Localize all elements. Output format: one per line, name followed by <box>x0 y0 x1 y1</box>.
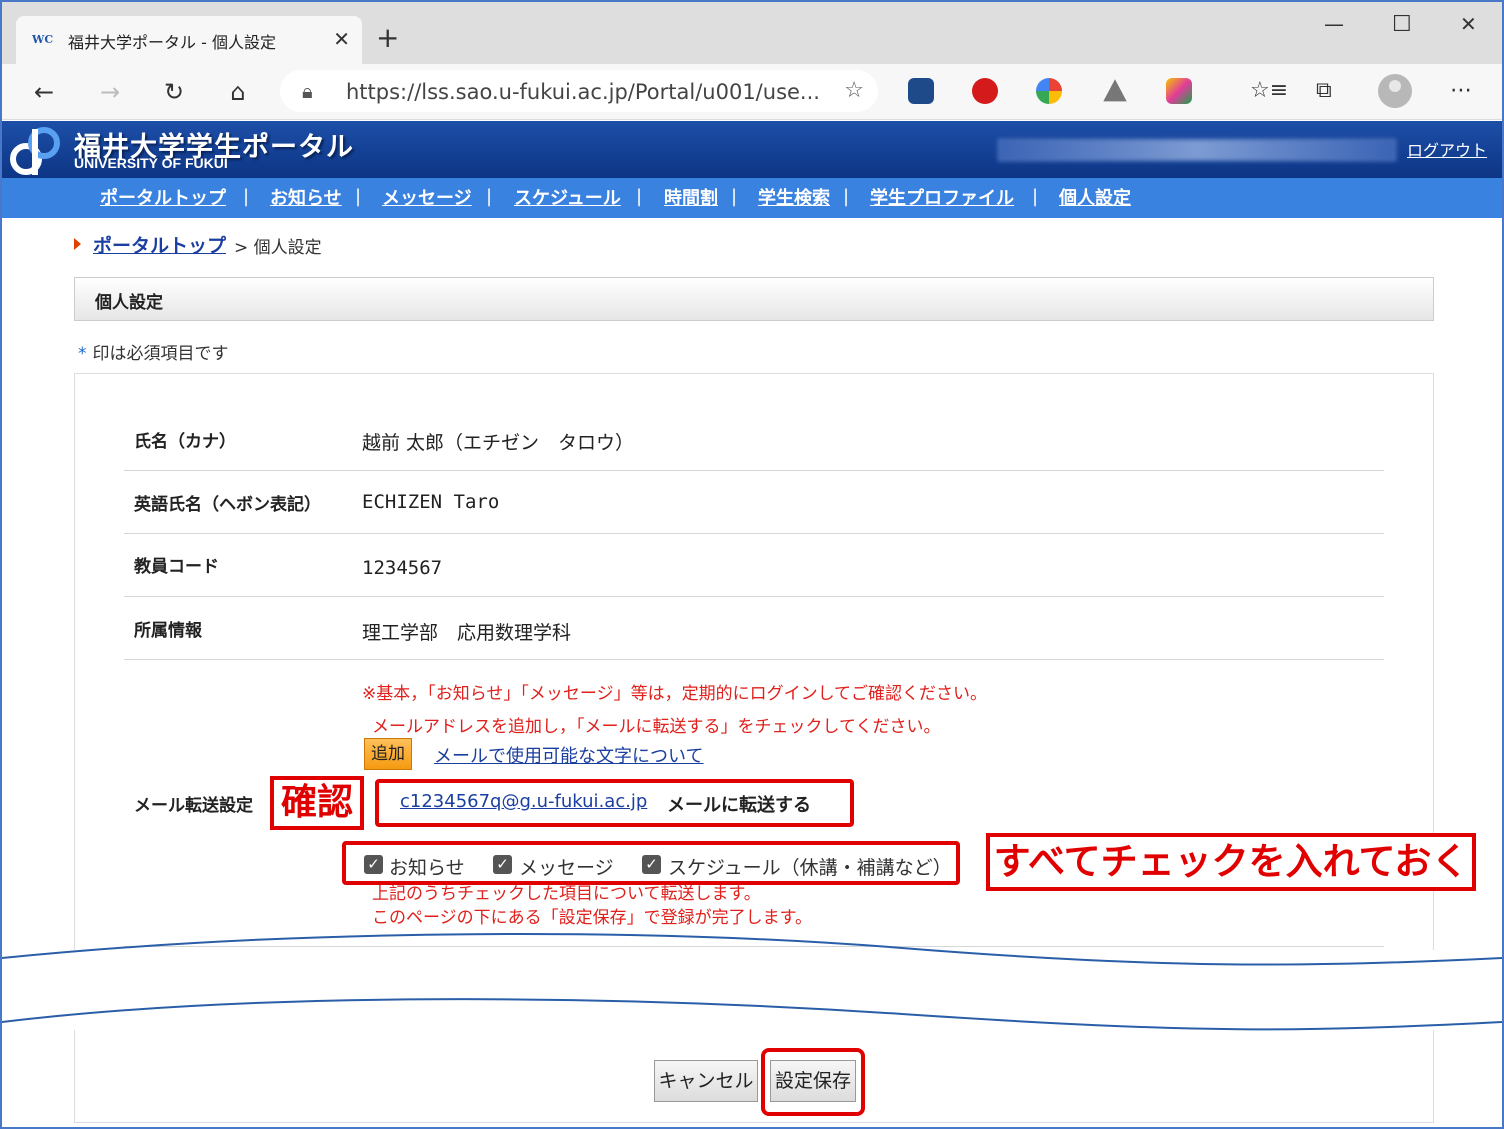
window-close-icon[interactable]: ✕ <box>1460 12 1477 36</box>
favorites-list-icon[interactable]: ☆≡ <box>1250 78 1288 103</box>
browser-window: WC 福井大学ポータル - 個人設定 ✕ + — ☐ ✕ ← → ↻ ⌂ 🔒︎ … <box>0 0 1504 1129</box>
minimize-icon[interactable]: — <box>1324 12 1344 36</box>
collections-icon[interactable]: ⧉ <box>1316 78 1332 103</box>
menu-separator: | <box>355 186 362 207</box>
menu-student-profile[interactable]: 学生プロファイル <box>870 184 1014 210</box>
affiliation-value: 理工学部 応用数理学科 <box>362 622 572 644</box>
checkbox-highlight-box <box>342 841 960 885</box>
security-extension-icon[interactable] <box>908 78 934 104</box>
required-note-text: 印は必須項目です <box>92 344 229 364</box>
navigation-bar: ← → ↻ ⌂ 🔒︎ https://lss.sao.u-fukui.ac.jp… <box>2 64 1502 120</box>
more-options-icon[interactable]: ⋯ <box>1450 78 1472 103</box>
row-divider <box>124 533 1384 534</box>
maximize-icon[interactable]: ☐ <box>1392 12 1412 37</box>
staff-code-label: 教員コード <box>134 557 219 577</box>
portal-subtitle: UNIVERSITY OF FUKUI <box>74 155 228 171</box>
back-icon[interactable]: ← <box>28 76 60 108</box>
name-kana-value: 越前 太郎（エチゼン タロウ） <box>362 432 635 454</box>
breadcrumb-arrow-icon <box>74 238 81 250</box>
site-favicon-icon: WC <box>32 33 54 46</box>
lock-icon: 🔒︎ <box>302 79 313 103</box>
check-all-callout: すべてチェックを入れておく <box>986 833 1476 891</box>
staff-code-value: 1234567 <box>362 557 443 579</box>
breadcrumb-separator: > <box>234 238 249 258</box>
mail-forward-label: メール転送設定 <box>134 796 253 816</box>
browser-tab[interactable]: WC 福井大学ポータル - 個人設定 ✕ <box>16 16 362 64</box>
main-menu: ポータルトップ | お知らせ | メッセージ | スケジュール | 時間割 | … <box>2 178 1502 218</box>
menu-separator: | <box>243 186 250 207</box>
required-note: * 印は必須項目です <box>78 339 229 364</box>
drive-extension-icon[interactable] <box>1103 79 1127 102</box>
page-cut-wave <box>2 933 1502 1031</box>
menu-timetable[interactable]: 時間割 <box>664 184 718 210</box>
url-text[interactable]: https://lss.sao.u-fukui.ac.jp/Portal/u00… <box>346 80 820 104</box>
menu-separator: | <box>1032 186 1039 207</box>
menu-student-search[interactable]: 学生検索 <box>758 184 830 210</box>
home-icon[interactable]: ⌂ <box>222 76 254 108</box>
tab-bar: WC 福井大学ポータル - 個人設定 ✕ + — ☐ ✕ <box>2 2 1502 64</box>
mail-notice-2: メールアドレスを追加し，「メールに転送する」をチェックしてください。 <box>372 717 941 737</box>
refresh-icon[interactable]: ↻ <box>158 76 190 108</box>
name-kana-label: 氏名（カナ） <box>134 432 236 452</box>
name-en-value: ECHIZEN Taro <box>362 491 500 513</box>
menu-separator: | <box>731 186 738 207</box>
affiliation-label: 所属情報 <box>134 621 202 641</box>
breadcrumb-current-label: 個人設定 <box>253 238 322 258</box>
save-highlight-box <box>761 1048 865 1116</box>
favorite-star-icon[interactable]: ☆ <box>844 78 864 103</box>
required-mark: * <box>78 344 87 364</box>
usable-characters-link[interactable]: メールで使用可能な文字について <box>434 742 703 768</box>
university-logo-icon <box>10 127 60 175</box>
profile-avatar[interactable] <box>1378 74 1412 108</box>
photo-extension-icon[interactable] <box>1166 78 1192 104</box>
mail-notice-1: ※基本，「お知らせ」「メッセージ」等は，定期的にログインしてご確認ください。 <box>362 684 988 704</box>
menu-separator: | <box>486 186 493 207</box>
row-divider <box>124 470 1384 471</box>
section-title: 個人設定 <box>95 293 163 313</box>
menu-messages[interactable]: メッセージ <box>382 184 472 210</box>
cancel-button[interactable]: キャンセル <box>654 1060 758 1102</box>
red-extension-icon[interactable] <box>972 78 998 104</box>
add-email-button[interactable]: 追加 <box>364 738 412 770</box>
menu-separator: | <box>636 186 643 207</box>
email-highlight-box <box>375 779 854 827</box>
user-info-redacted <box>998 139 1396 161</box>
section-header: 個人設定 <box>74 277 1434 321</box>
menu-personal-settings[interactable]: 個人設定 <box>1059 184 1131 210</box>
address-bar[interactable]: 🔒︎ https://lss.sao.u-fukui.ac.jp/Portal/… <box>280 70 878 112</box>
forward-icon[interactable]: → <box>94 76 126 108</box>
menu-schedule[interactable]: スケジュール <box>514 184 621 210</box>
menu-notices[interactable]: お知らせ <box>270 184 342 210</box>
row-divider <box>124 596 1384 597</box>
menu-separator: | <box>843 186 850 207</box>
color-extension-icon[interactable] <box>1036 78 1062 104</box>
new-tab-icon[interactable]: + <box>376 24 399 52</box>
menu-portal-top[interactable]: ポータルトップ <box>100 184 226 210</box>
row-divider <box>124 659 1384 660</box>
breadcrumb-current: > 個人設定 <box>234 233 322 258</box>
portal-header: 福井大学学生ポータル UNIVERSITY OF FUKUI ログアウト <box>2 121 1502 178</box>
tab-close-icon[interactable]: ✕ <box>333 27 350 51</box>
breadcrumb-portal-top-link[interactable]: ポータルトップ <box>93 231 226 258</box>
logout-link[interactable]: ログアウト <box>1407 137 1487 161</box>
confirm-callout: 確認 <box>270 776 364 830</box>
name-en-label: 英語氏名（ヘボン表記） <box>134 495 321 515</box>
tab-title: 福井大学ポータル - 個人設定 <box>68 33 276 52</box>
